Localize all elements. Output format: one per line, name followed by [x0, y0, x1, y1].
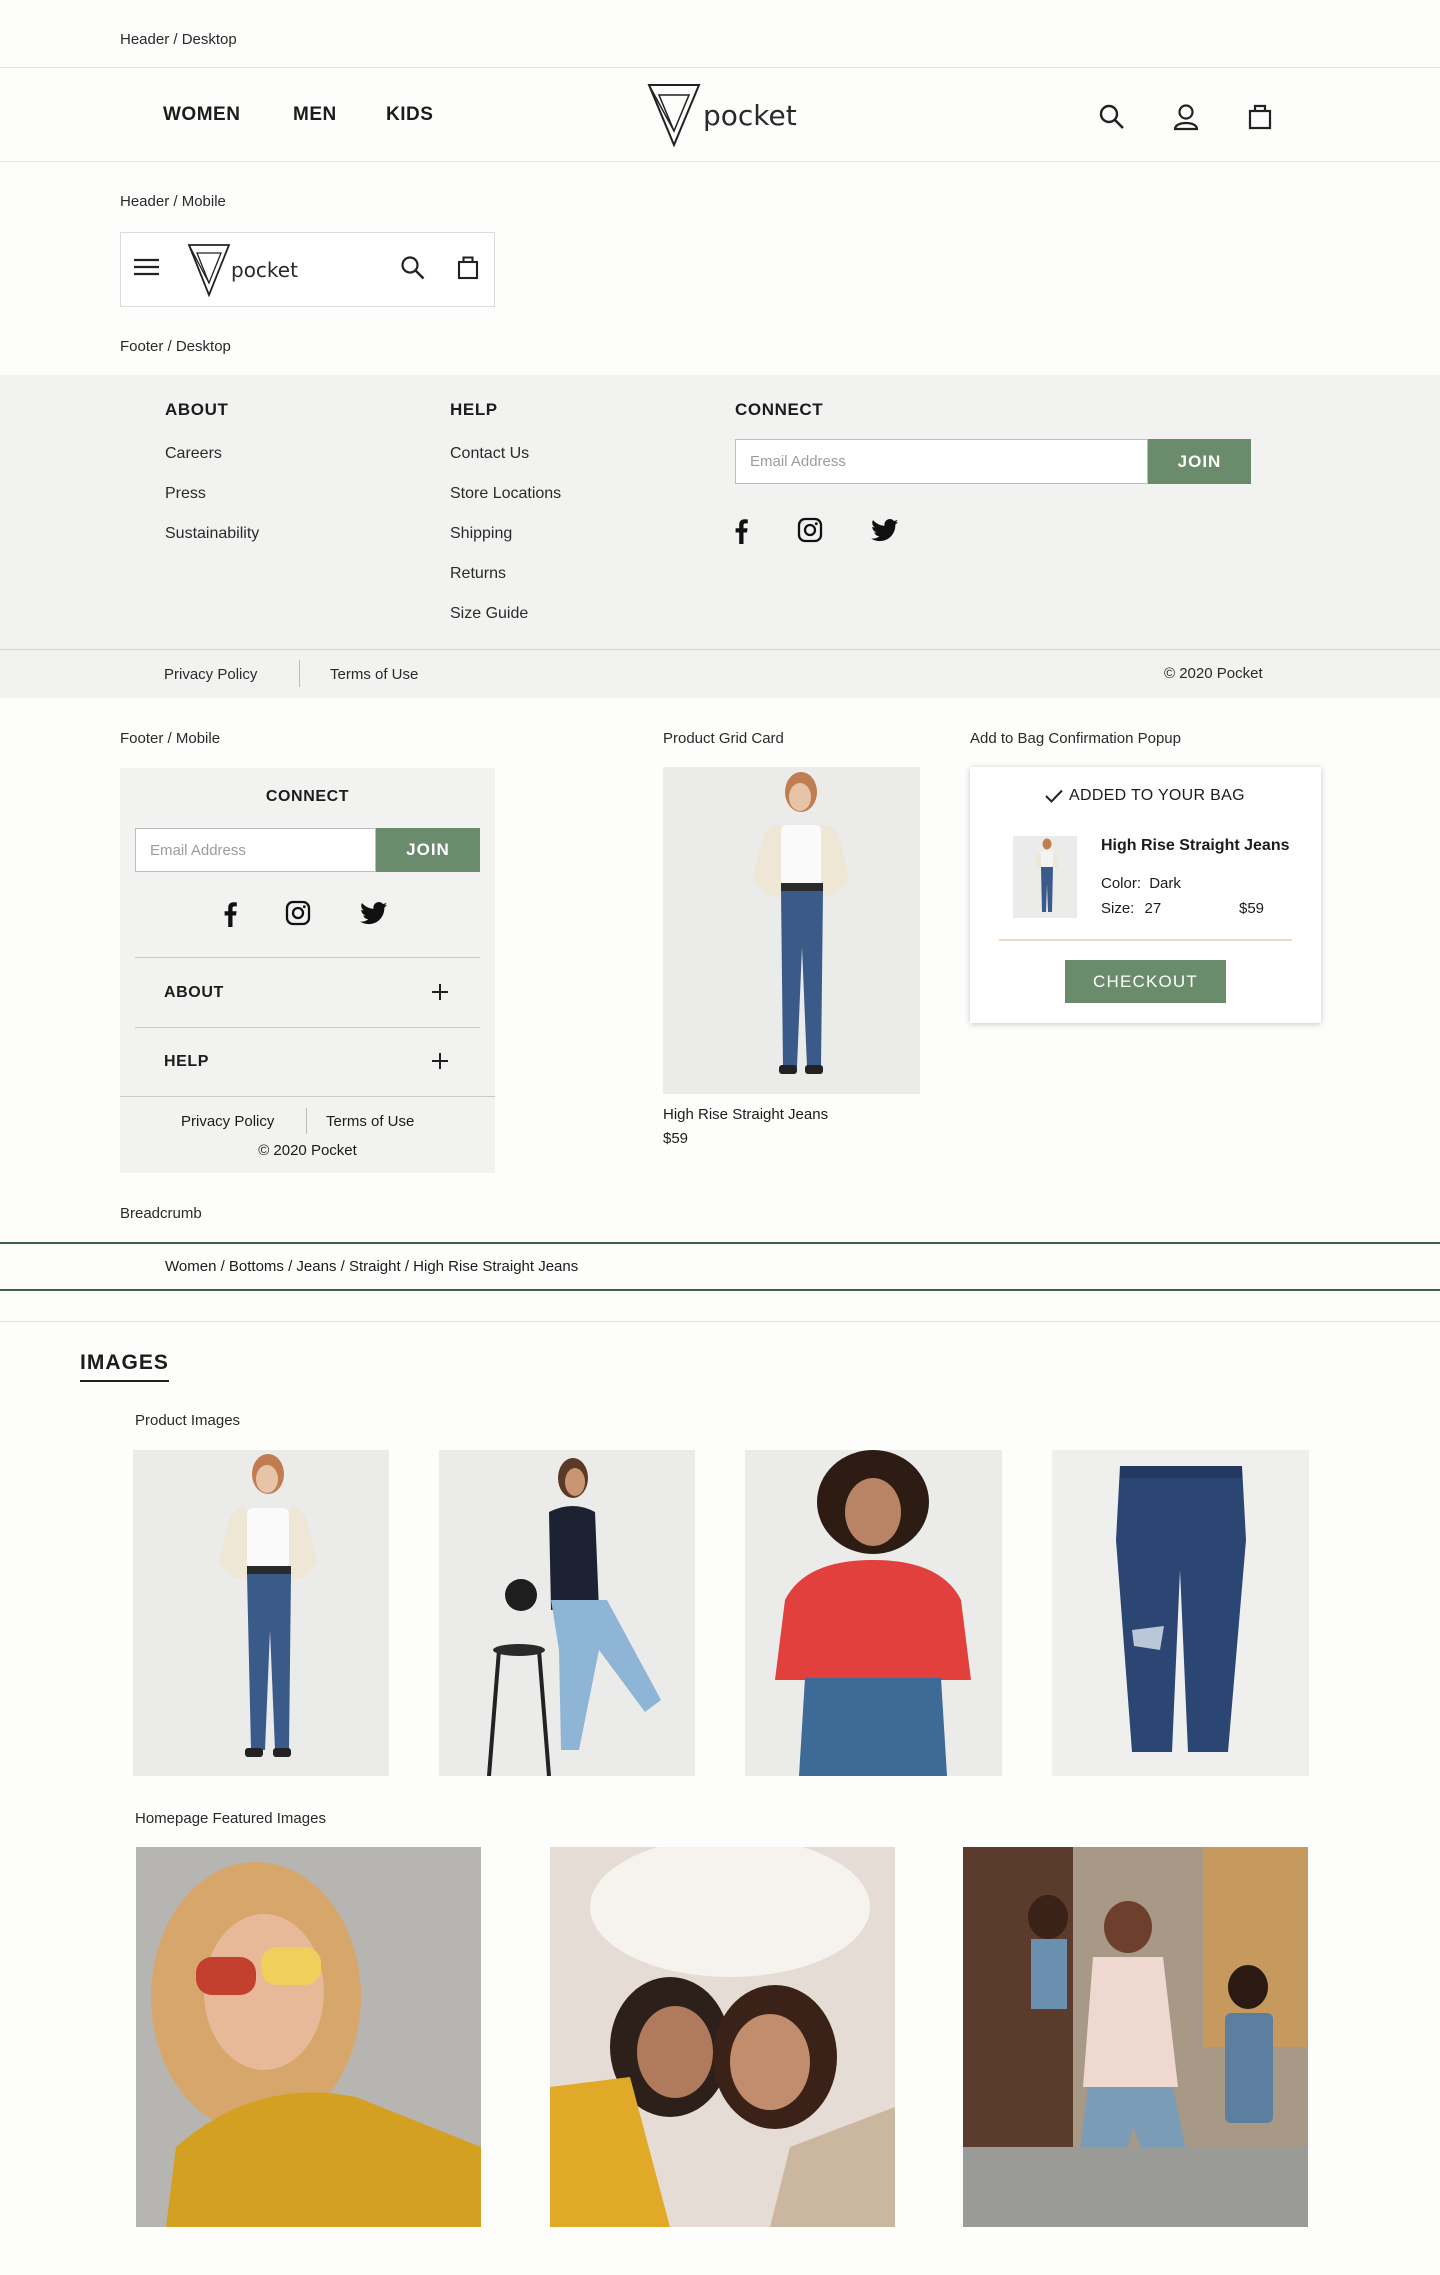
search-icon[interactable]	[1098, 103, 1126, 131]
email-field[interactable]: Email Address	[735, 439, 1148, 484]
footer-copyright: © 2020 Pocket	[1164, 665, 1263, 682]
accordion-help-label: HELP	[164, 1053, 210, 1070]
plus-icon	[432, 1053, 448, 1069]
popup-title: ADDED TO YOUR BAG	[1069, 787, 1245, 804]
facebook-icon[interactable]	[733, 518, 749, 544]
join-button[interactable]: JOIN	[1148, 439, 1251, 484]
mobile-email-field[interactable]: Email Address	[135, 828, 376, 872]
section-label-breadcrumb: Breadcrumb	[120, 1205, 202, 1222]
footer-link-contact[interactable]: Contact Us	[450, 445, 529, 463]
mobile-copyright: © 2020 Pocket	[258, 1142, 357, 1159]
product-card[interactable]: High Rise Straight Jeans $59	[663, 767, 920, 1147]
facebook-icon[interactable]	[222, 901, 238, 927]
popup-header: ADDED TO YOUR BAG	[1045, 787, 1245, 805]
popup-product-thumb	[1013, 836, 1077, 918]
popup-color-label: Color:	[1101, 875, 1142, 892]
section-label-product-images: Product Images	[135, 1412, 241, 1429]
nav-women[interactable]: WOMEN	[163, 104, 240, 126]
logo[interactable]: pocket	[647, 82, 797, 148]
footer-link-press[interactable]: Press	[165, 485, 206, 503]
mobile-connect-heading: CONNECT	[265, 788, 350, 805]
product-card-name[interactable]: High Rise Straight Jeans	[663, 1106, 828, 1123]
popup-size-value: 27	[1144, 900, 1162, 917]
mobile-header: pocket	[120, 232, 495, 307]
desktop-footer: ABOUT Careers Press Sustainability HELP …	[0, 375, 1440, 698]
user-icon[interactable]	[1173, 103, 1199, 131]
footer-link-sustainability[interactable]: Sustainability	[165, 525, 259, 543]
footer-about-heading: ABOUT	[165, 400, 229, 419]
accordion-help[interactable]: HELP	[135, 1028, 480, 1097]
bag-icon[interactable]	[457, 254, 479, 280]
footer-link-size-guide[interactable]: Size Guide	[450, 605, 528, 623]
featured-image-3	[963, 1847, 1308, 2227]
section-label-product-card: Product Grid Card	[663, 730, 784, 747]
product-card-image[interactable]	[663, 767, 920, 1094]
footer-link-stores[interactable]: Store Locations	[450, 485, 561, 503]
popup-product-name: High Rise Straight Jeans	[1101, 837, 1290, 854]
checkout-button[interactable]: CHECKOUT	[1065, 960, 1226, 1003]
product-image-3	[745, 1450, 1002, 1776]
logo-wordmark: pocket	[231, 258, 298, 282]
popup-size: Size: 27	[1101, 900, 1161, 917]
popup-color-value: Dark	[1149, 875, 1181, 892]
product-card-price: $59	[663, 1130, 689, 1147]
mobile-logo[interactable]: pocket	[187, 241, 298, 299]
accordion-about[interactable]: ABOUT	[135, 958, 480, 1027]
product-image-1	[133, 1450, 389, 1776]
menu-icon[interactable]	[134, 258, 160, 276]
footer-link-returns[interactable]: Returns	[450, 565, 506, 583]
footer-help-heading: HELP	[450, 400, 498, 419]
footer-terms-link[interactable]: Terms of Use	[330, 666, 418, 683]
mobile-join-button[interactable]: JOIN	[376, 828, 480, 872]
mobile-privacy-link[interactable]: Privacy Policy	[181, 1113, 274, 1130]
breadcrumb[interactable]: Women / Bottoms / Jeans / Straight / Hig…	[165, 1258, 578, 1275]
section-label-popup: Add to Bag Confirmation Popup	[970, 730, 1181, 747]
instagram-icon[interactable]	[285, 900, 311, 926]
mobile-terms-link[interactable]: Terms of Use	[326, 1113, 414, 1130]
featured-image-1	[136, 1847, 481, 2227]
logo-icon	[187, 243, 231, 297]
popup-price: $59	[1239, 900, 1265, 917]
section-label-header-mobile: Header / Mobile	[120, 193, 226, 210]
footer-connect-heading: CONNECT	[735, 400, 824, 419]
popup-size-label: Size:	[1101, 900, 1135, 917]
plus-icon	[432, 984, 448, 1000]
section-label-header-desktop: Header / Desktop	[120, 31, 237, 48]
nav-men[interactable]: MEN	[293, 104, 337, 126]
accordion-about-label: ABOUT	[164, 984, 224, 1001]
search-icon[interactable]	[400, 255, 426, 281]
featured-image-2	[550, 1847, 895, 2227]
instagram-icon[interactable]	[797, 517, 823, 543]
nav-kids[interactable]: KIDS	[386, 104, 433, 126]
logo-icon	[647, 83, 701, 147]
section-label-featured-images: Homepage Featured Images	[135, 1810, 326, 1827]
twitter-icon[interactable]	[871, 519, 899, 542]
footer-link-shipping[interactable]: Shipping	[450, 525, 512, 543]
twitter-icon[interactable]	[360, 902, 388, 925]
product-image-4	[1052, 1450, 1309, 1776]
mobile-footer: CONNECT Email Address JOIN ABOUT HELP Pr…	[120, 768, 495, 1173]
section-label-footer-desktop: Footer / Desktop	[120, 338, 231, 355]
images-heading: IMAGES	[80, 1351, 169, 1382]
check-icon	[1045, 789, 1063, 803]
footer-link-careers[interactable]: Careers	[165, 445, 222, 463]
section-label-footer-mobile: Footer / Mobile	[120, 730, 221, 747]
bag-icon[interactable]	[1248, 102, 1272, 130]
popup-color: Color: Dark	[1101, 875, 1181, 892]
logo-wordmark: pocket	[703, 98, 797, 132]
footer-privacy-link[interactable]: Privacy Policy	[164, 666, 257, 683]
add-to-bag-popup: ADDED TO YOUR BAG High Rise Straight Jea…	[970, 767, 1321, 1023]
product-image-2	[439, 1450, 695, 1776]
